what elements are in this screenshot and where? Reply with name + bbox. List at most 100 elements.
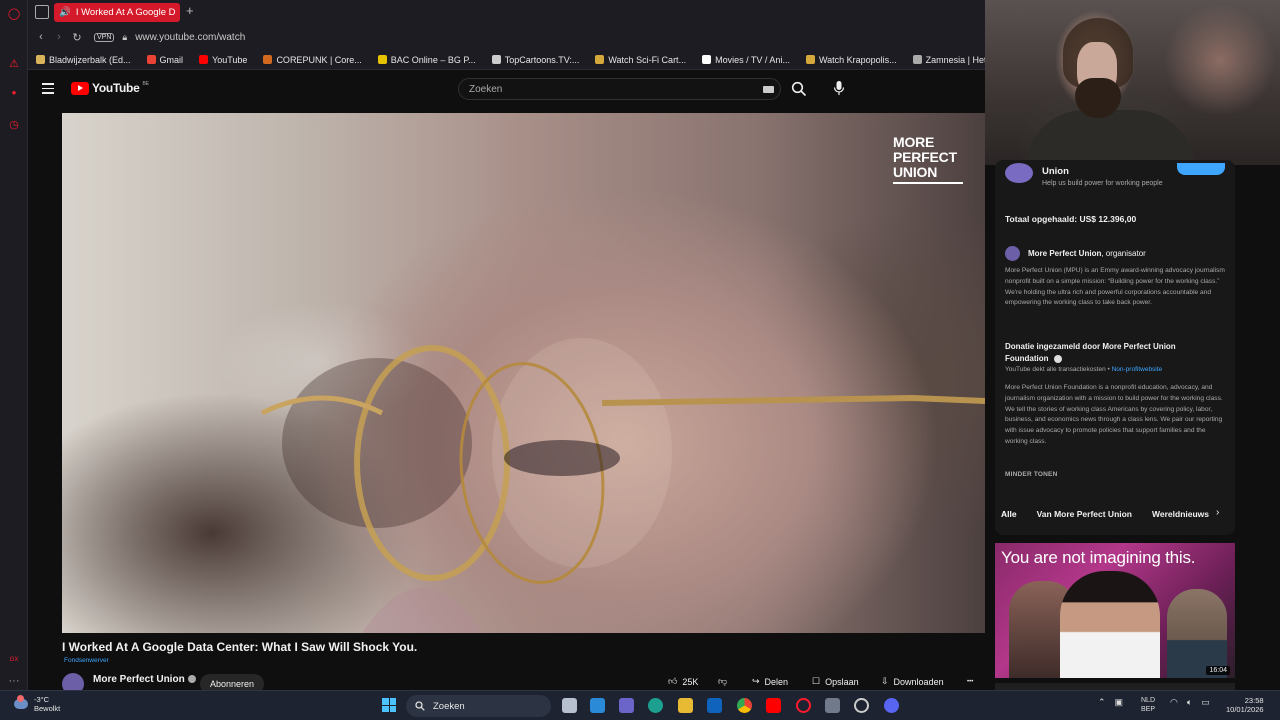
chevron-right-icon[interactable]: › — [1216, 507, 1219, 518]
chip-all[interactable]: Alle — [995, 507, 1023, 521]
bookmark-item[interactable]: Watch Sci-Fi Cart... — [587, 55, 694, 65]
teams-icon[interactable] — [619, 698, 634, 713]
fundraiser-tag[interactable]: Fondsenwerver — [64, 657, 109, 664]
task-view-icon[interactable] — [562, 698, 577, 713]
gx-icon[interactable]: GX — [6, 652, 22, 668]
reload-icon[interactable]: ↻ — [68, 31, 86, 44]
browser-sidebar: ◯ ⚠ ● ◷ GX ··· — [0, 0, 28, 690]
search-input[interactable]: Zoeken — [458, 78, 781, 100]
download-button[interactable]: ⇩ Downloaden — [881, 676, 944, 687]
calculator-icon[interactable] — [825, 698, 840, 713]
language-indicator[interactable]: NLD BEP — [1141, 696, 1155, 714]
windows-start-icon[interactable] — [382, 698, 396, 712]
new-tab-icon[interactable]: + — [186, 3, 194, 18]
tray-chevron-up-icon[interactable]: ⌃ — [1098, 697, 1106, 708]
youtube-app-icon[interactable] — [766, 698, 781, 713]
opera-logo-icon[interactable]: ◯ — [6, 5, 22, 21]
thumbnail-text: You are not imagining this. — [1001, 548, 1196, 567]
sidebar-more-icon[interactable]: ··· — [6, 673, 22, 689]
nonprofit-website-link[interactable]: Non-profitwebsite — [1112, 366, 1163, 373]
tray-app-icon[interactable]: ▣ — [1115, 697, 1124, 708]
taskbar: -3°C Bewolkt Zoeken ⌃ ▣ NLD BEP ◠ 🔈︎ ▭ 2… — [0, 690, 1280, 720]
search-icon[interactable] — [791, 81, 807, 97]
donation-heading-text: Donatie ingezameld door More Perfect Uni… — [1005, 342, 1176, 363]
bookmark-item[interactable]: COREPUNK | Core... — [255, 55, 369, 65]
tab-switcher-icon[interactable] — [35, 5, 49, 19]
settings-icon[interactable] — [854, 698, 869, 713]
bookmark-item[interactable]: Movies / TV / Ani... — [694, 55, 798, 65]
bookmark-item[interactable]: TopCartoons.TV:... — [484, 55, 588, 65]
youtube-logo[interactable]: YouTube BE — [71, 81, 149, 95]
bookmark-label: TopCartoons.TV:... — [504, 54, 580, 65]
lock-icon[interactable]: 🔒︎ — [122, 32, 127, 43]
bookmark-item[interactable]: Zamnesia | Het Be... — [905, 55, 985, 65]
history-icon[interactable]: ◷ — [6, 116, 22, 132]
wifi-icon: ◠ — [1170, 697, 1178, 707]
play-icon — [702, 55, 712, 64]
organizer-description: More Perfect Union (MPU) is an Emmy awar… — [1005, 267, 1225, 307]
keyboard-icon[interactable] — [763, 86, 774, 93]
aria-icon[interactable]: ⚠ — [6, 55, 22, 71]
next-video-row[interactable] — [995, 683, 1235, 690]
discord-icon[interactable] — [884, 698, 899, 713]
bookmark-item[interactable]: Watch Krapopolis... — [798, 55, 905, 65]
video-player[interactable]: MORE PERFECT UNION — [62, 113, 985, 633]
edge-icon[interactable] — [648, 698, 663, 713]
clock[interactable]: 23:58 10/01/2026 — [1226, 696, 1264, 714]
bookmark-item[interactable]: Gmail — [139, 55, 192, 65]
thumb-person-right — [1167, 589, 1227, 678]
show-less-button[interactable]: MINDER TONEN — [1005, 471, 1057, 478]
bookmark-label: Gmail — [159, 54, 184, 65]
file-explorer-icon[interactable] — [678, 698, 693, 713]
like-button[interactable]: 👍︎ 25K — [668, 676, 698, 687]
thumbs-down-icon: 👎︎ — [718, 676, 728, 686]
youtube-sidebar-icon[interactable]: ● — [6, 84, 22, 100]
url-field[interactable]: www.youtube.com/watch — [135, 32, 245, 43]
status-icons[interactable]: ◠ 🔈︎ ▭ — [1170, 697, 1210, 708]
weather-widget[interactable]: -3°C Bewolkt — [14, 695, 60, 713]
more-actions-icon[interactable]: ••• — [967, 679, 973, 685]
volume-icon: 🔈︎ — [1186, 697, 1193, 707]
forward-icon[interactable]: › — [50, 31, 68, 43]
dislike-button[interactable]: 👎︎ — [718, 676, 727, 687]
temperature: -3°C — [34, 695, 50, 704]
share-button[interactable]: ↪ Delen — [752, 676, 788, 687]
share-icon: ↪ — [752, 676, 760, 686]
youtube-header: YouTube BE Zoeken — [28, 70, 985, 108]
bookmark-item[interactable]: BAC Online – BG P... — [370, 55, 484, 65]
save-button[interactable]: ☐ Opslaan — [812, 676, 859, 687]
bookmark-item[interactable]: Bladwijzerbalk (Ed... — [28, 55, 139, 65]
taskbar-search[interactable]: Zoeken — [406, 695, 551, 717]
webcam-person-body — [1025, 110, 1195, 165]
recommended-video-thumbnail[interactable]: You are not imagining this. 16:04 — [995, 543, 1235, 678]
chip-filter[interactable]: Van More Perfect Union — [1031, 507, 1138, 521]
topcartoons-icon — [491, 55, 501, 64]
chip-filter[interactable]: Wereldnieuws — [1146, 507, 1215, 521]
outlook-icon[interactable] — [707, 698, 722, 713]
organizer-avatar — [1005, 246, 1020, 261]
store-icon[interactable] — [590, 698, 605, 713]
chrome-icon[interactable] — [737, 698, 752, 713]
channel-name[interactable]: More Perfect Union — [93, 674, 196, 685]
speaker-icon[interactable]: 🔊 — [59, 7, 71, 18]
bookmark-label: COREPUNK | Core... — [276, 54, 362, 65]
address-bar: ‹ › ↻ VPN 🔒︎ www.youtube.com/watch — [28, 24, 985, 50]
tab-active[interactable]: 🔊 I Worked At A Google D — [54, 3, 180, 22]
menu-icon[interactable] — [42, 83, 54, 97]
microphone-icon[interactable] — [833, 80, 845, 96]
total-raised: Totaal opgehaald: US$ 12.396,00 — [1005, 214, 1137, 224]
bookmark-item[interactable]: YouTube — [191, 55, 255, 65]
vpn-badge[interactable]: VPN — [94, 32, 115, 42]
webcam-overlay — [985, 0, 1280, 165]
taskbar-search-icon — [415, 701, 425, 711]
thumb-person-center — [1060, 571, 1160, 678]
opera-gx-icon[interactable] — [796, 698, 811, 713]
donate-button[interactable] — [1177, 163, 1225, 175]
back-icon[interactable]: ‹ — [32, 31, 50, 43]
fundraiser-name: Union — [1042, 166, 1069, 177]
like-count: 25K — [682, 676, 699, 687]
bookmark-label: Bladwijzerbalk (Ed... — [49, 54, 131, 65]
bookmark-label: BAC Online – BG P... — [390, 54, 476, 65]
battery-icon: ▭ — [1201, 697, 1210, 707]
taskbar-search-label: Zoeken — [433, 700, 465, 712]
